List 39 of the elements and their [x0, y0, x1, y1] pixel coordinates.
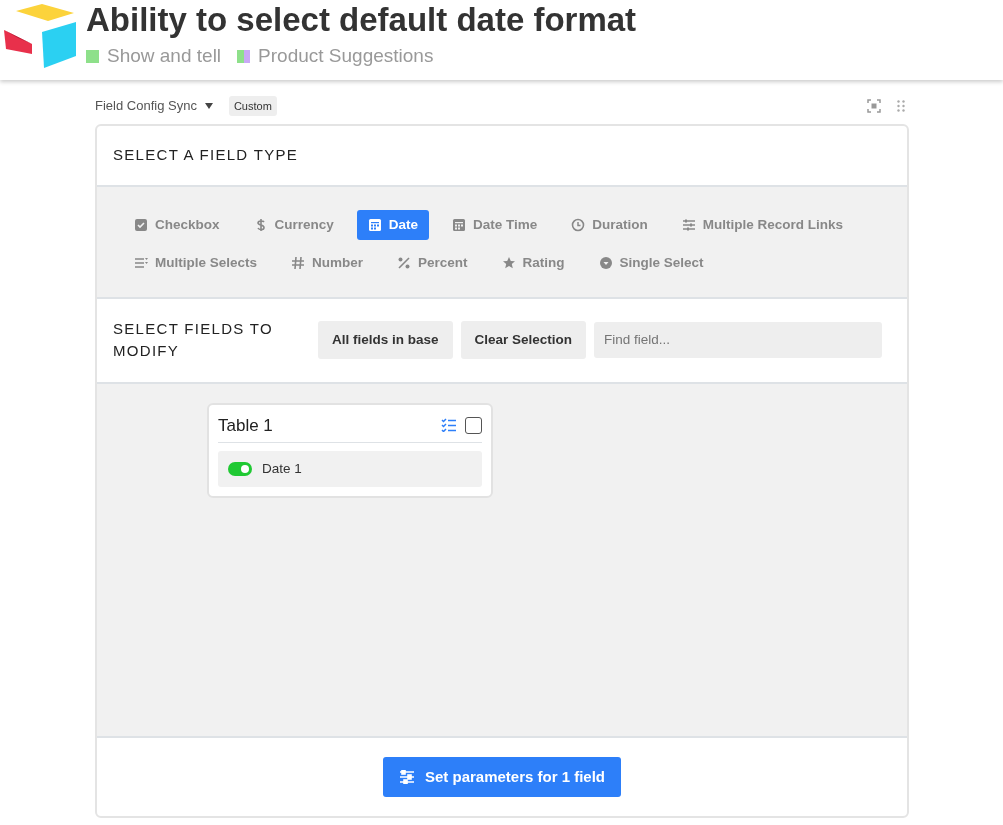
field-type-button[interactable]: Multiple Record Links	[670, 210, 855, 241]
expand-icon[interactable]	[867, 99, 881, 113]
hash-icon	[291, 256, 306, 271]
field-type-button[interactable]: Percent	[386, 248, 479, 279]
section-heading: SELECT FIELDS TO MODIFY	[113, 318, 275, 361]
field-type-button[interactable]: Number	[280, 248, 375, 279]
field-row[interactable]: Date 1	[218, 451, 482, 488]
filter-button[interactable]: Clear Selection	[460, 320, 587, 360]
filter-button[interactable]: All fields in base	[318, 320, 453, 360]
field-type-button[interactable]: Checkbox	[123, 210, 231, 241]
logo-icon	[2, 2, 78, 68]
clock-icon	[571, 218, 586, 233]
widget-badge: Custom	[228, 95, 277, 117]
post-title: Ability to select default date format	[86, 2, 637, 39]
field-type-button[interactable]: Date Time	[441, 210, 549, 241]
checklist-icon[interactable]	[441, 418, 457, 433]
calendar-icon	[452, 218, 467, 233]
checkbox-icon	[134, 218, 148, 233]
field-type-button[interactable]: Multiple Selects	[123, 248, 269, 279]
tag-label[interactable]: Show and tell	[107, 42, 222, 71]
sliders-icon	[398, 770, 415, 784]
field-type-button[interactable]: Rating	[490, 248, 576, 279]
widget-name[interactable]: Field Config Sync	[95, 96, 197, 116]
tag-label[interactable]: Product Suggestions	[258, 42, 434, 71]
drag-handle-icon[interactable]	[897, 100, 905, 112]
field-type-button[interactable]: Date	[356, 210, 430, 241]
set-parameters-button[interactable]: Set parameters for 1 field	[382, 756, 622, 798]
dropdown-circle-icon	[598, 256, 613, 271]
star-icon	[501, 256, 516, 271]
field-type-button[interactable]: Currency	[242, 210, 345, 241]
percent-icon	[397, 256, 412, 271]
caret-icon[interactable]	[204, 103, 213, 109]
calendar-icon	[367, 218, 382, 233]
field-type-button[interactable]: Duration	[560, 210, 659, 241]
toggle-switch[interactable]	[228, 462, 252, 477]
checkbox[interactable]	[465, 416, 482, 434]
field-type-button[interactable]: Single Select	[587, 248, 715, 279]
table-title: Table 1	[218, 414, 273, 437]
search-field[interactable]: Find field...	[594, 321, 883, 359]
